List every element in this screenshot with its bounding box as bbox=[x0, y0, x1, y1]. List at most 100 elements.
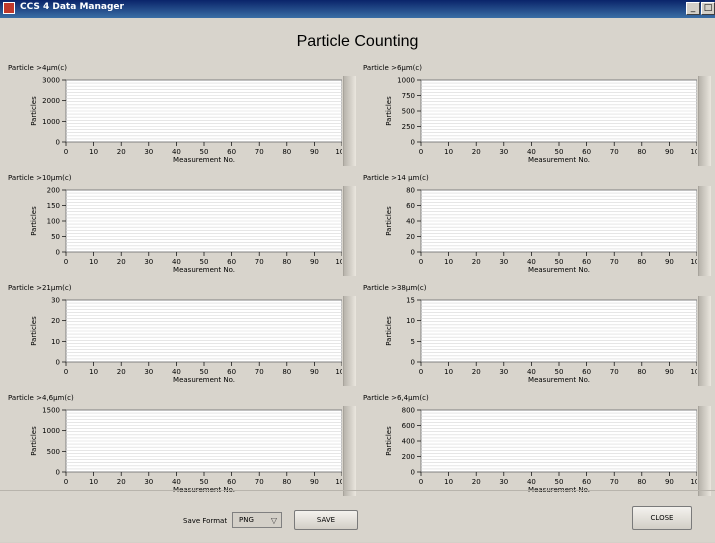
chart-title: Particle >38µm(c) bbox=[363, 284, 427, 292]
chart-svg: 0 20 40 60 80 0 10 20 30 40 50 60 70 80 90 100 Measureme… bbox=[385, 187, 697, 274]
panel-edge bbox=[698, 296, 711, 386]
x-tick-label: 0 bbox=[419, 148, 423, 156]
x-tick-label: 40 bbox=[527, 258, 536, 266]
x-tick-label: 20 bbox=[472, 368, 481, 376]
footer: Save Format PNG ▽ SAVE CLOSE bbox=[0, 490, 715, 543]
x-tick-label: 20 bbox=[472, 148, 481, 156]
y-axis-label: Particles bbox=[385, 426, 393, 456]
x-tick-label: 100 bbox=[690, 478, 697, 486]
x-tick-label: 40 bbox=[172, 258, 181, 266]
chart-panel: Particle >21µm(c) 0 10 20 30 0 10 20 30 40 50 60 70 8… bbox=[8, 284, 356, 388]
x-axis-label: Measurement No. bbox=[528, 156, 590, 164]
x-tick-label: 60 bbox=[227, 148, 236, 156]
x-tick-label: 20 bbox=[117, 148, 126, 156]
chart-panel: Particle >38µm(c) 0 5 10 15 0 10 20 30 40 50 60 70 80… bbox=[363, 284, 711, 388]
y-tick-label: 0 bbox=[411, 139, 415, 147]
x-tick-label: 50 bbox=[555, 478, 564, 486]
y-axis-label: Particles bbox=[30, 316, 38, 346]
minimize-button[interactable]: _ bbox=[686, 2, 700, 15]
y-tick-label: 1000 bbox=[397, 77, 415, 85]
chart-title: Particle >4,6µm(c) bbox=[8, 394, 74, 402]
y-tick-label: 800 bbox=[402, 407, 415, 415]
x-tick-label: 20 bbox=[117, 368, 126, 376]
x-tick-label: 70 bbox=[610, 148, 619, 156]
x-tick-label: 70 bbox=[255, 258, 264, 266]
y-axis-label: Particles bbox=[30, 426, 38, 456]
x-tick-label: 100 bbox=[335, 148, 342, 156]
panel-edge bbox=[343, 186, 356, 276]
x-tick-label: 80 bbox=[282, 368, 291, 376]
y-tick-label: 0 bbox=[411, 469, 415, 477]
x-tick-label: 90 bbox=[310, 258, 319, 266]
x-tick-label: 80 bbox=[637, 478, 646, 486]
y-tick-label: 30 bbox=[51, 297, 60, 305]
y-tick-label: 80 bbox=[406, 187, 415, 195]
x-tick-label: 50 bbox=[555, 258, 564, 266]
y-tick-label: 3000 bbox=[42, 77, 60, 85]
chart-title: Particle >4µm(c) bbox=[8, 64, 67, 72]
y-tick-label: 0 bbox=[411, 359, 415, 367]
chart-title: Particle >10µm(c) bbox=[8, 174, 72, 182]
y-tick-label: 0 bbox=[56, 469, 60, 477]
y-axis-label: Particles bbox=[385, 96, 393, 126]
x-tick-label: 90 bbox=[665, 368, 674, 376]
x-tick-label: 70 bbox=[255, 148, 264, 156]
x-tick-label: 100 bbox=[690, 258, 697, 266]
x-tick-label: 70 bbox=[610, 478, 619, 486]
title-bar: CCS 4 Data Manager _ □ bbox=[0, 0, 715, 18]
chart-svg: 0 5 10 15 0 10 20 30 40 50 60 70 80 90 100 Measurement … bbox=[385, 297, 697, 384]
save-button[interactable]: SAVE bbox=[294, 510, 358, 530]
y-tick-label: 400 bbox=[402, 438, 415, 446]
panel-edge bbox=[698, 406, 711, 496]
chart-svg: 0 50 100 150 200 0 10 20 30 40 50 60 70 80 90 100 Measur… bbox=[30, 187, 342, 274]
panel-edge bbox=[343, 406, 356, 496]
x-tick-label: 70 bbox=[610, 258, 619, 266]
x-tick-label: 10 bbox=[444, 148, 453, 156]
x-tick-label: 60 bbox=[227, 258, 236, 266]
y-tick-label: 40 bbox=[406, 218, 415, 226]
chevron-down-icon: ▽ bbox=[270, 516, 277, 525]
close-button[interactable]: CLOSE bbox=[632, 506, 692, 530]
x-tick-label: 50 bbox=[200, 258, 209, 266]
x-tick-label: 90 bbox=[665, 258, 674, 266]
y-tick-label: 600 bbox=[402, 422, 415, 430]
x-tick-label: 100 bbox=[335, 478, 342, 486]
x-tick-label: 30 bbox=[499, 478, 508, 486]
x-tick-label: 60 bbox=[582, 148, 591, 156]
x-tick-label: 70 bbox=[610, 368, 619, 376]
x-tick-label: 40 bbox=[172, 368, 181, 376]
x-tick-label: 20 bbox=[117, 478, 126, 486]
maximize-button[interactable]: □ bbox=[701, 2, 715, 15]
x-tick-label: 10 bbox=[444, 258, 453, 266]
panel-edge bbox=[698, 186, 711, 276]
x-tick-label: 50 bbox=[555, 148, 564, 156]
x-tick-label: 0 bbox=[64, 478, 68, 486]
save-format-select[interactable]: PNG ▽ bbox=[232, 512, 282, 528]
x-tick-label: 0 bbox=[419, 258, 423, 266]
x-tick-label: 60 bbox=[582, 368, 591, 376]
chart-svg: 0 10 20 30 0 10 20 30 40 50 60 70 80 90 100 Measurement… bbox=[30, 297, 342, 384]
x-tick-label: 30 bbox=[144, 368, 153, 376]
y-tick-label: 1500 bbox=[42, 407, 60, 415]
y-tick-label: 100 bbox=[47, 218, 60, 226]
x-tick-label: 90 bbox=[665, 148, 674, 156]
x-tick-label: 10 bbox=[444, 478, 453, 486]
y-axis-label: Particles bbox=[385, 206, 393, 236]
x-axis-label: Measurement No. bbox=[173, 376, 235, 384]
x-tick-label: 70 bbox=[255, 478, 264, 486]
y-tick-label: 1000 bbox=[42, 118, 60, 126]
chart-svg: 0 250 500 750 1000 0 10 20 30 40 50 60 70 80 90 100 Meas… bbox=[385, 77, 697, 164]
x-tick-label: 10 bbox=[89, 368, 98, 376]
x-tick-label: 0 bbox=[64, 258, 68, 266]
x-tick-label: 50 bbox=[200, 368, 209, 376]
y-tick-label: 2000 bbox=[42, 97, 60, 105]
x-axis-label: Measurement No. bbox=[528, 376, 590, 384]
y-tick-label: 0 bbox=[56, 139, 60, 147]
x-tick-label: 30 bbox=[144, 148, 153, 156]
chart-panel: Particle >6µm(c) 0 250 500 750 1000 0 10 20 30 40 5… bbox=[363, 64, 711, 168]
x-tick-label: 90 bbox=[310, 148, 319, 156]
page-title: Particle Counting bbox=[296, 33, 419, 50]
chart-svg: 0 1000 2000 3000 0 10 20 30 40 50 60 70 80 90 100 Measu… bbox=[30, 77, 342, 164]
x-tick-label: 90 bbox=[310, 368, 319, 376]
x-tick-label: 0 bbox=[419, 368, 423, 376]
